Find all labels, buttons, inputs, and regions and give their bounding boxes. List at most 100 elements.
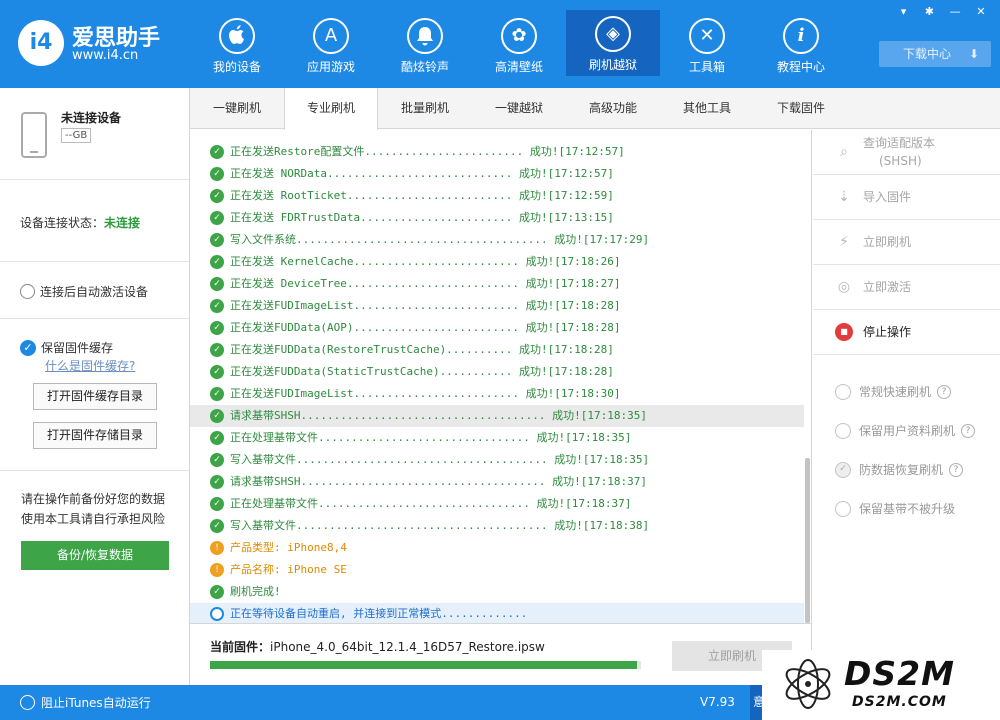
log-row: ✓ 请求基带SHSH...............................…	[190, 471, 804, 493]
success-icon: ✓	[210, 321, 224, 335]
tab-pro-flash[interactable]: 专业刷机	[284, 88, 378, 130]
tab-batch-flash[interactable]: 批量刷机	[378, 88, 472, 129]
nav-label: 酷炫铃声	[400, 60, 449, 74]
right-panel: ⌕ 查询适配版本 (SHSH) ⇣ 导入固件 ⚡ 立即刷机 ◎ 立即激活 ■ 停…	[813, 130, 1000, 685]
block-itunes-label: 阻止iTunes自动运行	[41, 696, 151, 710]
auto-activate-option[interactable]: 连接后自动激活设备	[20, 283, 148, 300]
log-row: ✓ 正在发送 DeviceTree........................…	[190, 273, 804, 295]
checkbox-icon: ✓	[835, 461, 851, 478]
log-text: 正在发送Restore配置文件........................ …	[230, 145, 625, 158]
radio-icon	[835, 422, 851, 439]
option-anti-recovery-flash[interactable]: ✓ 防数据恢复刷机?	[835, 459, 964, 479]
help-icon[interactable]: ?	[961, 423, 976, 438]
log-row: ! 产品类型: iPhone8,4	[190, 537, 804, 559]
nav-tutorials[interactable]: i 教程中心	[754, 12, 848, 76]
tab-jailbreak[interactable]: 一键越狱	[472, 88, 566, 129]
logo-mark: i4	[18, 20, 64, 66]
flash-log[interactable]: ✓ 正在发送Restore配置文件........................…	[190, 130, 812, 623]
warning-box: 请在操作前备份好您的数据 使用本工具请自行承担风险 备份/恢复数据	[0, 471, 189, 685]
close-icon[interactable]: ✕	[972, 5, 990, 18]
tab-one-click-flash[interactable]: 一键刷机	[190, 88, 284, 129]
open-store-dir-button[interactable]: 打开固件存储目录	[33, 422, 157, 449]
log-row: ✓ 正在发送 KernelCache.......................…	[190, 251, 804, 273]
option-normal-flash[interactable]: 常规快速刷机?	[835, 381, 952, 401]
nav-label: 应用游戏	[306, 60, 355, 74]
success-icon: ✓	[210, 409, 224, 423]
option-label: 防数据恢复刷机	[859, 462, 944, 477]
tab-other-tools[interactable]: 其他工具	[660, 88, 754, 129]
stop-operation-button[interactable]: ■ 停止操作	[813, 310, 1000, 355]
log-text: 写入基带文件..................................…	[230, 519, 650, 532]
success-icon: ✓	[210, 277, 224, 291]
current-firmware: 当前固件：iPhone_4.0_64bit_12.1.4_16D57_Resto…	[210, 638, 545, 655]
block-itunes-option[interactable]: 阻止iTunes自动运行	[20, 694, 151, 711]
gear-icon[interactable]: ✱	[920, 5, 938, 18]
shirt-icon[interactable]: ▾	[895, 5, 913, 18]
log-text: 正在处理基带文件................................…	[230, 431, 632, 444]
log-text: 正在发送FUDData(AOP)........................…	[230, 321, 621, 334]
minimize-icon[interactable]: —	[946, 5, 964, 18]
nav-flash-jailbreak[interactable]: ◈ 刷机越狱	[566, 10, 660, 76]
log-row: ✓ 写入基带文件.................................…	[190, 449, 804, 471]
connection-value: 未连接	[104, 216, 141, 230]
stop-label: 停止操作	[863, 325, 912, 339]
success-icon: ✓	[210, 167, 224, 181]
device-storage: --GB	[61, 128, 92, 143]
keep-cache-checkbox[interactable]: ✓ 保留固件缓存	[20, 339, 113, 356]
log-text: 产品名称: iPhone SE	[230, 563, 347, 576]
option-label: 常规快速刷机	[859, 384, 932, 399]
radio-icon	[20, 284, 35, 299]
import-firmware-button[interactable]: ⇣ 导入固件	[813, 175, 1000, 220]
log-row: ✓ 正在发送FUDData(RestoreTrustCache).........…	[190, 339, 804, 361]
log-text: 请求基带SHSH................................…	[230, 409, 647, 422]
nav-wallpapers[interactable]: ✿ 高清壁纸	[472, 12, 566, 76]
nav-apps-games[interactable]: A 应用游戏	[284, 12, 378, 76]
download-center-button[interactable]: 下载中心 ⬇	[879, 41, 991, 67]
success-icon: ✓	[210, 299, 224, 313]
watermark-url: DS2M.COM	[852, 694, 947, 710]
log-row: ! 产品名称: iPhone SE	[190, 559, 804, 581]
log-row: ✓ 正在处理基带文件...............................…	[190, 427, 804, 449]
progress-fill	[210, 661, 637, 669]
option-keep-data-flash[interactable]: 保留用户资料刷机?	[835, 420, 976, 440]
query-shsh-button[interactable]: ⌕ 查询适配版本 (SHSH)	[813, 130, 1000, 175]
option-keep-baseband[interactable]: 保留基带不被升级	[835, 498, 955, 518]
keep-cache-label: 保留固件缓存	[41, 341, 114, 355]
warning-icon: !	[210, 541, 224, 555]
nav-label: 教程中心	[776, 60, 825, 74]
nav-label: 我的设备	[212, 60, 261, 74]
log-text: 正在处理基带文件................................…	[230, 497, 632, 510]
watermark-text: DS2M	[844, 654, 955, 693]
log-row: ✓ 正在发送FUDData(StaticTrustCache)..........…	[190, 361, 804, 383]
tab-advanced[interactable]: 高级功能	[566, 88, 660, 129]
flash-icon: ⚡	[839, 234, 849, 250]
log-text: 正在发送 NORData............................…	[230, 167, 614, 180]
check-icon: ✓	[20, 339, 36, 356]
help-icon[interactable]: ?	[949, 462, 964, 477]
success-icon: ✓	[210, 585, 224, 599]
open-cache-dir-button[interactable]: 打开固件缓存目录	[33, 383, 157, 410]
activate-now-button[interactable]: ◎ 立即激活	[813, 265, 1000, 310]
help-icon[interactable]: ?	[937, 384, 952, 399]
log-row: ✓ 正在发送 NORData...........................…	[190, 163, 804, 185]
tab-bar: 一键刷机 专业刷机 批量刷机 一键越狱 高级功能 其他工具 下载固件	[190, 88, 1000, 130]
stop-icon: ■	[835, 323, 853, 341]
flash-now-side-button[interactable]: ⚡ 立即刷机	[813, 220, 1000, 265]
success-icon: ✓	[210, 255, 224, 269]
nav-my-device[interactable]: 我的设备	[190, 12, 284, 76]
radio-icon	[835, 383, 851, 400]
auto-activate-box: 连接后自动激活设备	[0, 262, 189, 319]
log-row: ✓ 正在发送Restore配置文件........................…	[190, 141, 804, 163]
what-is-cache-link[interactable]: 什么是固件缓存?	[45, 357, 135, 374]
tab-download-firmware[interactable]: 下载固件	[754, 88, 848, 129]
nav-label: 工具箱	[688, 60, 725, 74]
dropbox-icon: ◈	[595, 16, 631, 52]
nav-ringtones[interactable]: 酷炫铃声	[378, 12, 472, 76]
nav-toolbox[interactable]: ✕ 工具箱	[660, 12, 754, 76]
log-scrollbar[interactable]	[805, 458, 810, 623]
left-panel: 未连接设备 --GB 设备连接状态：未连接 连接后自动激活设备 ✓ 保留固件缓存 …	[0, 88, 190, 685]
success-icon: ✓	[210, 453, 224, 467]
success-icon: ✓	[210, 211, 224, 225]
success-icon: ✓	[210, 145, 224, 159]
backup-restore-button[interactable]: 备份/恢复数据	[21, 541, 169, 570]
